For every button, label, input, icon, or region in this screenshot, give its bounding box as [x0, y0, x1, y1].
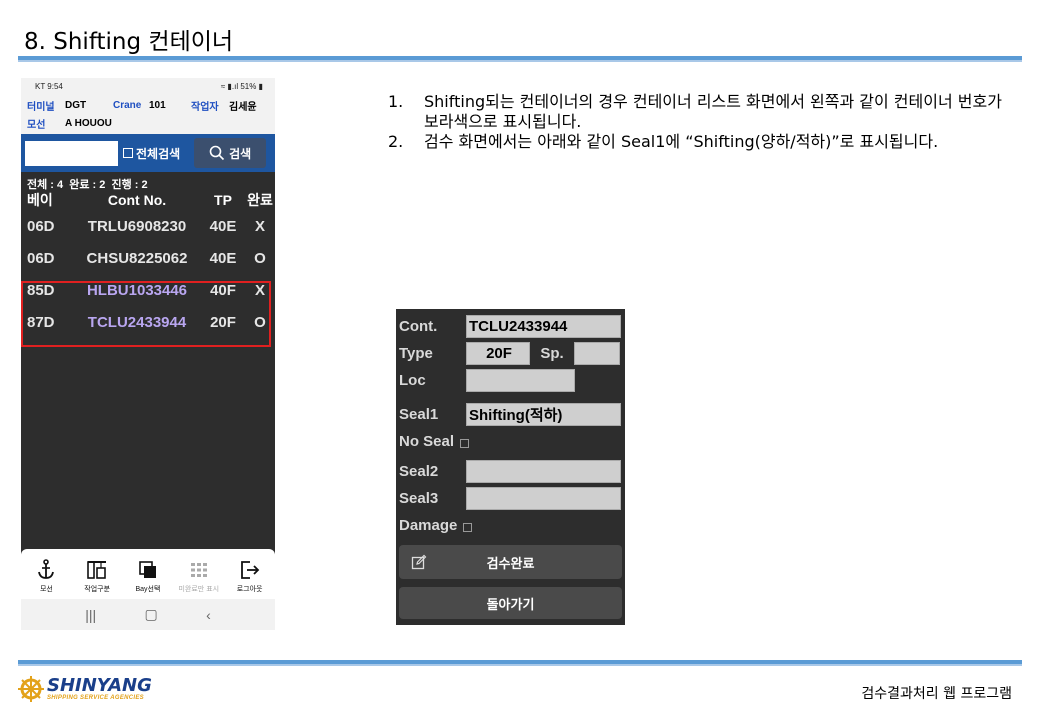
col-cont: Cont No.: [107, 192, 167, 208]
title-divider: [18, 56, 1022, 62]
status-bar: KT 9:54 ≈ ▮.ıl 51% ▮: [21, 78, 275, 94]
nav-work-type[interactable]: 작업구분: [74, 558, 120, 594]
battery-icon: ▮: [256, 81, 263, 91]
search-icon: [209, 145, 225, 161]
sp-field[interactable]: [574, 342, 620, 365]
type-label: Type: [399, 345, 433, 362]
back-icon[interactable]: ‹: [206, 607, 211, 623]
search-button[interactable]: 검색: [194, 138, 267, 168]
nav-logout[interactable]: 로그아웃: [227, 558, 273, 594]
logo-subtitle: SHIPPING SERVICE AGENCIES: [47, 695, 144, 701]
ship-wheel-icon: [18, 676, 44, 702]
sp-label: Sp.: [540, 345, 564, 362]
search-input[interactable]: [25, 140, 118, 166]
nav-vessel[interactable]: 모선: [23, 558, 69, 594]
back-button[interactable]: 돌아가기: [399, 587, 622, 619]
seal2-field[interactable]: [466, 460, 621, 483]
nav-bay-select-label: Bay선택: [135, 586, 161, 593]
seal3-field[interactable]: [466, 487, 621, 510]
col-tp: TP: [214, 192, 232, 208]
bottom-nav: 모선 작업구분 Bay선택 미완료만 표시 로그아웃: [21, 549, 275, 599]
row-done: X: [254, 217, 265, 235]
checkbox-icon[interactable]: [123, 148, 133, 158]
search-button-label: 검색: [229, 146, 252, 161]
cont-label: Cont.: [399, 318, 438, 335]
logo-name: SHINYANG: [47, 675, 152, 696]
nav-vessel-label: 모선: [39, 586, 53, 593]
damage-checkbox[interactable]: [463, 523, 473, 532]
wifi-icon: ≈ ▮.ıl: [220, 81, 241, 91]
nav-logout-label: 로그아웃: [236, 586, 263, 593]
row-done: O: [254, 249, 266, 267]
row-tp: 40E: [209, 217, 237, 235]
noseal-checkbox[interactable]: [460, 439, 470, 448]
nav-work-type-label: 작업구분: [84, 586, 111, 593]
check-all-search[interactable]: 전체검색: [123, 145, 180, 162]
instruction-text: 검수 화면에서는 아래와 같이 Seal1에 “Shifting(양하/적하)”…: [424, 132, 939, 151]
crane-icon: [87, 561, 107, 579]
worker-value: 김세윤: [229, 101, 257, 113]
seal3-label: Seal3: [399, 490, 439, 507]
phone-container-list: KT 9:54 ≈ ▮.ıl 51% ▮ 터미널 DGT Crane 101 작…: [21, 78, 275, 630]
instruction-number: 1.: [388, 92, 404, 111]
seal1-label: Seal1: [399, 406, 439, 423]
nav-bay-select[interactable]: Bay선택: [125, 558, 171, 594]
vessel-label: 모선: [27, 119, 46, 131]
row-cont: TRLU6908230: [87, 217, 187, 235]
nav-incomplete-only[interactable]: 미완료만 표시: [176, 558, 222, 594]
seal1-field[interactable]: Shifting(적하): [466, 403, 621, 426]
cont-field[interactable]: TCLU2433944: [466, 315, 621, 338]
terminal-label: 터미널: [27, 101, 55, 113]
row-tp: 40E: [209, 249, 237, 267]
col-bay: 베이: [27, 192, 53, 208]
inspection-complete-button[interactable]: 검수완료: [399, 545, 622, 579]
carrier-time: KT 9:54: [35, 81, 63, 91]
damage-label: Damage: [399, 517, 458, 534]
row-bay: 06D: [27, 217, 55, 235]
loc-label: Loc: [399, 372, 426, 389]
system-nav-bar: ||| ▢ ‹: [21, 599, 275, 630]
home-icon[interactable]: ▢: [145, 606, 158, 623]
phone-header: 터미널 DGT Crane 101 작업자 김세윤 모선 A HOUOU: [21, 94, 275, 134]
instruction-text: Shifting되는 컨테이너의 경우 컨테이너 리스트 화면에서 왼쪽과 같이…: [424, 92, 1002, 131]
loc-field[interactable]: [466, 369, 575, 392]
check-all-label: 전체검색: [136, 146, 181, 161]
complete-button-label: 검수완료: [486, 555, 535, 571]
crane-value: 101: [149, 99, 166, 111]
crane-label: Crane: [113, 99, 142, 111]
list-header: 베이 Cont No. TP 완료: [21, 190, 275, 210]
recent-apps-icon[interactable]: |||: [85, 607, 96, 623]
worker-label: 작업자: [191, 101, 219, 113]
instruction-list: 1. Shifting되는 컨테이너의 경우 컨테이너 리스트 화면에서 왼쪽과…: [388, 92, 1008, 152]
instruction-item: 1. Shifting되는 컨테이너의 경우 컨테이너 리스트 화면에서 왼쪽과…: [388, 92, 1008, 132]
terminal-value: DGT: [65, 99, 87, 111]
layers-icon: [139, 561, 156, 578]
grid-icon: [190, 563, 207, 577]
noseal-label: No Seal: [399, 433, 455, 450]
row-cont: CHSU8225062: [86, 249, 188, 267]
company-logo: SHINYANG SHIPPING SERVICE AGENCIES: [18, 676, 152, 702]
slide-title: 8. Shifting 컨테이너: [24, 29, 234, 55]
logout-icon: [240, 561, 259, 579]
back-button-label: 돌아가기: [486, 596, 535, 612]
summary-counts: 전체 : 4 완료 : 2 진행 : 2: [27, 179, 148, 191]
status-indicators: ≈ ▮.ıl 51% ▮: [220, 81, 263, 91]
anchor-icon: [38, 559, 55, 579]
seal2-label: Seal2: [399, 463, 439, 480]
vessel-value[interactable]: A HOUOU: [65, 118, 112, 129]
col-done: 완료: [247, 192, 273, 208]
row-bay: 06D: [27, 249, 55, 267]
nav-incomplete-only-label: 미완료만 표시: [178, 586, 220, 593]
table-row[interactable]: 06D CHSU8225062 40E O: [21, 242, 275, 274]
shifting-highlight-box: [21, 281, 271, 347]
search-bar: 전체검색 검색: [21, 134, 275, 172]
footer-divider: [18, 660, 1022, 666]
instruction-number: 2.: [388, 132, 404, 151]
type-field[interactable]: 20F: [466, 342, 530, 365]
footer-title: 검수결과처리 웹 프로그램: [861, 686, 1012, 702]
inspection-panel: Cont. TCLU2433944 Type 20F Sp. Loc Seal1…: [396, 309, 625, 625]
instruction-item: 2. 검수 화면에서는 아래와 같이 Seal1에 “Shifting(양하/적…: [388, 132, 1008, 152]
table-row[interactable]: 06D TRLU6908230 40E X: [21, 210, 275, 242]
